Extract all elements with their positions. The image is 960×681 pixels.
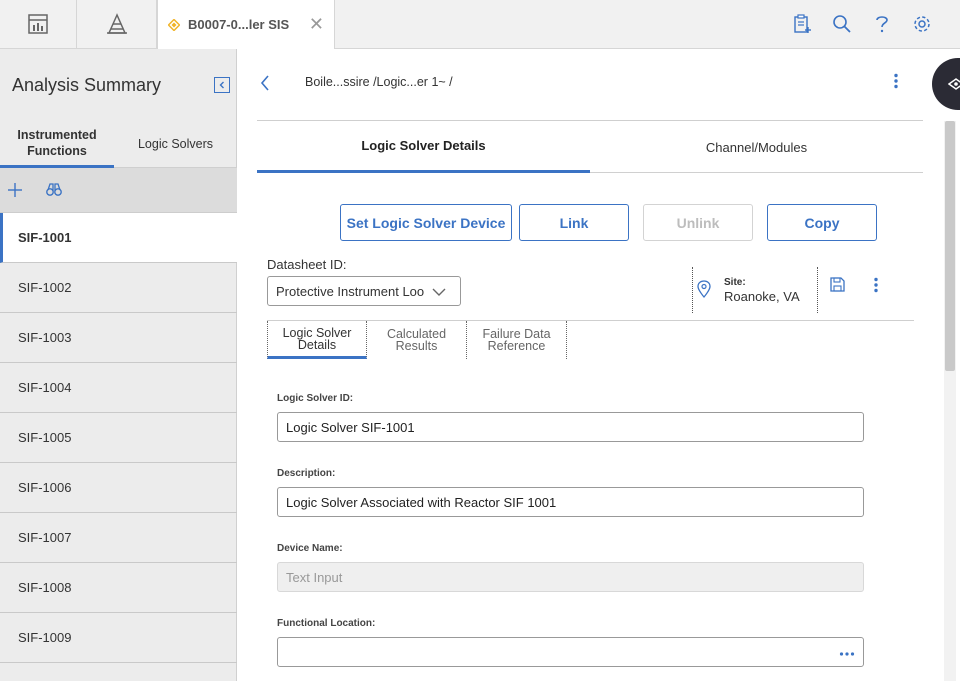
tab-logic-solver-details[interactable]: Logic Solver Details <box>257 121 590 173</box>
logic-solver-id-field[interactable]: Logic Solver SIF-1001 <box>277 412 864 442</box>
help-icon <box>876 16 888 33</box>
link-button[interactable]: Link <box>519 204 629 241</box>
list-item[interactable]: SIF-1006 <box>0 463 237 513</box>
tab-logic-solvers[interactable]: Logic Solvers <box>114 120 237 168</box>
help-button[interactable] <box>870 12 894 36</box>
device-name-label: Device Name: <box>277 543 343 554</box>
more-options-button[interactable] <box>888 73 904 92</box>
site-value: Roanoke, VA <box>724 289 800 304</box>
top-bar: B0007-0...ler SIS ✕ <box>0 0 960 49</box>
divider <box>692 267 693 313</box>
datasheet-options-button[interactable] <box>871 277 881 296</box>
list-item[interactable]: SIF-1003 <box>0 313 237 363</box>
open-tab[interactable]: B0007-0...ler SIS ✕ <box>157 0 335 49</box>
datasheet-value: Protective Instrument Loo <box>276 283 425 299</box>
binoculars-icon <box>46 183 62 196</box>
device-name-field: Text Input <box>277 562 864 592</box>
search-icon <box>833 15 851 33</box>
main-tabs: Logic Solver Details Channel/Modules <box>257 121 923 173</box>
clipboard-add-button[interactable] <box>790 12 814 36</box>
search-button[interactable] <box>830 12 854 36</box>
list-item[interactable]: SIF-1004 <box>0 363 237 413</box>
dashboard-button[interactable] <box>0 0 77 48</box>
ellipsis-icon[interactable] <box>839 647 855 662</box>
hierarchy-button[interactable] <box>77 0 157 48</box>
side-rail-button[interactable] <box>932 58 960 110</box>
chevron-left-icon <box>260 75 269 91</box>
chevron-left-icon <box>219 81 224 89</box>
datasheet-label: Datasheet ID: <box>267 257 347 272</box>
find-button[interactable] <box>42 178 66 202</box>
back-button[interactable] <box>260 75 270 94</box>
description-label: Description: <box>277 468 336 479</box>
dashboard-icon <box>28 14 48 34</box>
hierarchy-icon <box>106 13 127 34</box>
list-item[interactable]: SIF-1008 <box>0 563 237 613</box>
list-item[interactable]: SIF-1002 <box>0 263 237 313</box>
chevron-down-icon <box>432 285 446 300</box>
settings-icon <box>914 16 930 32</box>
kebab-icon <box>874 277 878 293</box>
subtab-logic-solver-details[interactable]: Logic Solver Details <box>267 321 367 359</box>
panel-title: Analysis Summary <box>12 75 162 95</box>
clipboard-add-icon <box>794 14 811 33</box>
sif-list: SIF-1001 SIF-1002 SIF-1003 SIF-1004 SIF-… <box>0 213 237 663</box>
panel-tabs: Instrumented Functions Logic Solvers <box>0 120 237 168</box>
site-label: Site: <box>724 277 746 288</box>
list-item[interactable]: SIF-1005 <box>0 413 237 463</box>
copy-button[interactable]: Copy <box>767 204 877 241</box>
diamond-icon <box>168 18 180 31</box>
close-tab-icon[interactable]: ✕ <box>309 14 324 34</box>
add-button[interactable] <box>3 178 27 202</box>
divider <box>817 267 818 313</box>
plus-icon <box>8 183 22 197</box>
list-item[interactable]: SIF-1007 <box>0 513 237 563</box>
list-item[interactable]: SIF-1009 <box>0 613 237 663</box>
description-field[interactable]: Logic Solver Associated with Reactor SIF… <box>277 487 864 517</box>
subtab-failure-data-reference[interactable]: Failure Data Reference <box>467 321 567 359</box>
set-logic-solver-device-button[interactable]: Set Logic Solver Device <box>340 204 512 241</box>
analysis-summary-panel: Analysis Summary Instrumented Functions … <box>0 49 237 681</box>
unlink-button[interactable]: Unlink <box>643 204 753 241</box>
tab-channel-modules[interactable]: Channel/Modules <box>590 121 923 173</box>
tab-instrumented-functions[interactable]: Instrumented Functions <box>0 120 114 168</box>
panel-toolbar <box>0 168 237 213</box>
save-button[interactable] <box>830 277 845 295</box>
settings-button[interactable] <box>910 12 934 36</box>
collapse-panel-button[interactable] <box>214 77 230 93</box>
datasheet-select[interactable]: Protective Instrument Loo <box>267 276 461 306</box>
list-item[interactable]: SIF-1001 <box>0 213 237 263</box>
breadcrumb[interactable]: Boile...ssire /Logic...er 1~ / <box>305 75 453 89</box>
kebab-icon <box>894 73 898 89</box>
main-content: Boile...ssire /Logic...er 1~ / Logic Sol… <box>238 49 960 681</box>
eye-icon <box>948 78 960 90</box>
save-icon <box>830 277 845 292</box>
scrollbar-thumb[interactable] <box>945 121 955 371</box>
tab-title: B0007-0...ler SIS <box>188 17 290 32</box>
logic-solver-id-label: Logic Solver ID: <box>277 393 354 404</box>
functional-location-field[interactable] <box>277 637 864 667</box>
location-pin-icon <box>697 280 711 301</box>
subtab-calculated-results[interactable]: Calculated Results <box>367 321 467 359</box>
functional-location-label: Functional Location: <box>277 618 376 629</box>
